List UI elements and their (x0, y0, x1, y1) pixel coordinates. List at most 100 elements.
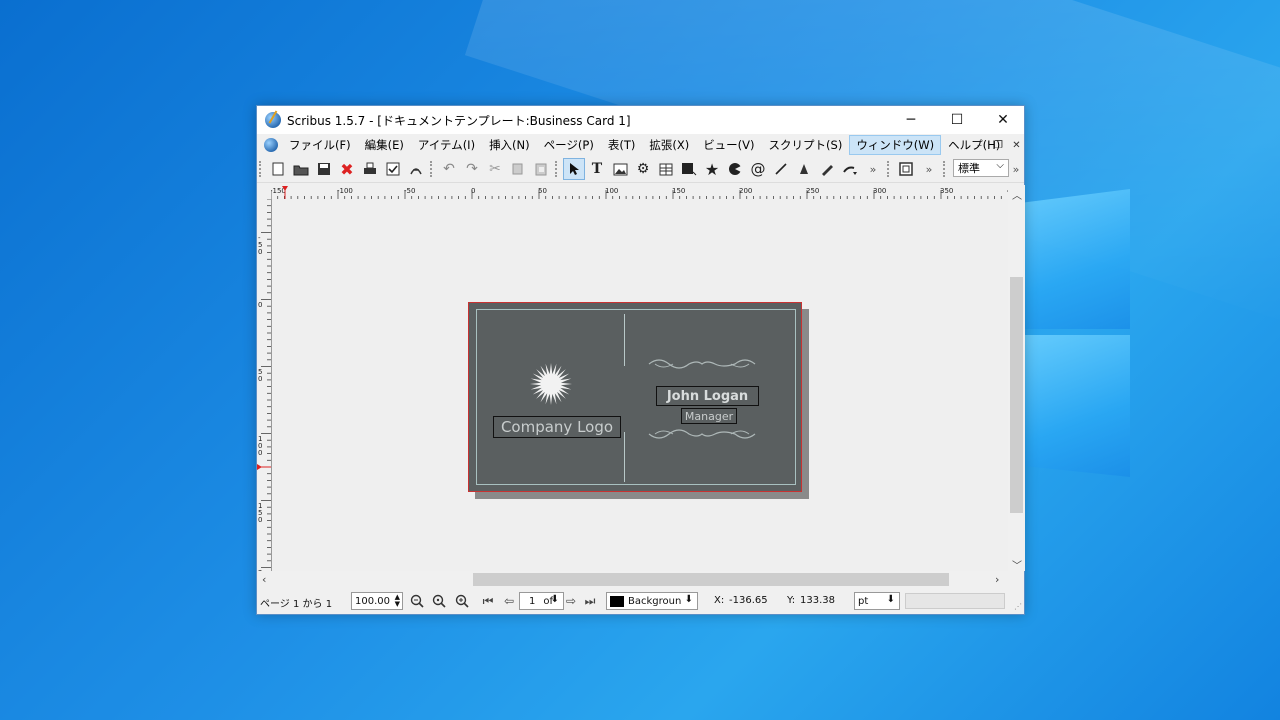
preflight-check-icon[interactable] (382, 158, 404, 180)
save-icon[interactable] (313, 158, 335, 180)
spiral-icon[interactable]: @ (747, 158, 769, 180)
layer-selector[interactable]: Backgroun ⬇ (606, 592, 698, 610)
close-document-icon[interactable]: ✖ (336, 158, 358, 180)
select-tool-icon[interactable] (563, 158, 585, 180)
document-menu-icon[interactable] (264, 138, 278, 152)
scroll-left-icon[interactable]: ‹ (262, 573, 266, 586)
mdi-close-button[interactable]: ✕ (1009, 138, 1024, 152)
ruler-label: -50 (258, 234, 262, 256)
paste-icon[interactable] (530, 158, 552, 180)
unit-selector[interactable]: pt ⬇ (854, 592, 900, 610)
divider-line-bottom (624, 432, 625, 482)
vertical-scroll-thumb[interactable] (1010, 277, 1023, 513)
menu-page[interactable]: ページ(P) (537, 135, 601, 155)
scribus-app-icon (265, 112, 281, 128)
redo-icon[interactable]: ↷ (461, 158, 483, 180)
scroll-right-icon[interactable]: › (995, 573, 999, 586)
calligraphic-line-icon[interactable] (839, 158, 861, 180)
horizontal-scroll-thumb[interactable] (473, 573, 949, 586)
zoom-100-icon[interactable] (429, 592, 449, 610)
menu-item[interactable]: アイテム(I) (411, 135, 482, 155)
menu-table[interactable]: 表(T) (601, 135, 643, 155)
render-frame-icon[interactable]: ⚙ (632, 158, 654, 180)
scroll-up-icon[interactable]: ︿ (1012, 187, 1022, 202)
cut-icon[interactable]: ✂ (484, 158, 506, 180)
mdi-restore-button[interactable]: ❐ (991, 138, 1006, 152)
menu-script[interactable]: スクリプト(S) (762, 135, 850, 155)
arc-icon[interactable] (724, 158, 746, 180)
copy-icon[interactable] (507, 158, 529, 180)
open-folder-icon[interactable] (290, 158, 312, 180)
table-icon[interactable] (655, 158, 677, 180)
polygon-icon[interactable]: ★ (701, 158, 723, 180)
status-bar: ページ 1 から 1 100.00 ▲ ▼ ⏮ ⇦ 1 of ⬇ ⇨ ⏭ Back… (257, 588, 1024, 614)
company-logo-text[interactable]: Company Logo (493, 416, 621, 438)
document-canvas[interactable]: Company Logo John Logan Manager (272, 199, 1008, 571)
zoom-input[interactable]: 100.00 ▲ ▼ (351, 592, 403, 610)
vertical-ruler-ticks: -50050100150200 (257, 199, 271, 571)
unit-value: pt (858, 595, 869, 607)
preview-mode-icon[interactable] (895, 158, 917, 180)
export-pdf-icon[interactable] (405, 158, 427, 180)
horizontal-scrollbar[interactable]: ‹ › (257, 571, 1008, 588)
new-document-icon[interactable] (267, 158, 289, 180)
mdi-minimize-button[interactable]: – (972, 138, 987, 152)
menu-window[interactable]: ウィンドウ(W) (849, 135, 942, 155)
layer-dropdown-icon[interactable]: ⬇ (685, 594, 693, 605)
print-icon[interactable] (359, 158, 381, 180)
zoom-spinner-icon[interactable]: ▲ ▼ (395, 594, 400, 608)
ruler-label: 100 (258, 435, 262, 457)
bezier-icon[interactable] (793, 158, 815, 180)
menu-insert[interactable]: 挿入(N) (482, 135, 537, 155)
view-mode-combo[interactable]: 標準 ⌵ (953, 159, 1009, 177)
layer-color-swatch (610, 595, 624, 607)
card-inner-border: Company Logo John Logan Manager (476, 309, 796, 485)
y-coordinate-label: Y: (787, 595, 796, 606)
zoom-out-icon[interactable] (407, 592, 427, 610)
menu-file[interactable]: ファイル(F) (282, 135, 358, 155)
svg-text:0: 0 (258, 449, 262, 457)
ruler-label: 50 (258, 368, 262, 383)
page-dropdown-icon[interactable]: ⬇ (551, 594, 559, 605)
flourish-top-ornament (648, 359, 756, 369)
undo-icon[interactable]: ↶ (438, 158, 460, 180)
unit-dropdown-icon[interactable]: ⬇ (887, 594, 895, 605)
previous-page-icon[interactable]: ⇦ (499, 592, 519, 610)
name-text-frame[interactable]: John Logan (656, 386, 759, 406)
menu-bar: ファイル(F) 編集(E) アイテム(I) 挿入(N) ページ(P) 表(T) … (257, 134, 1024, 156)
toolbar-overflow-button-3[interactable]: » (1009, 158, 1023, 180)
vertical-scrollbar[interactable]: ︿ ﹀ (1008, 185, 1025, 572)
image-frame-icon[interactable] (609, 158, 631, 180)
horizontal-ruler[interactable]: -150-100-50050100150200250300350400 (271, 185, 1008, 200)
close-button[interactable]: ✕ (980, 106, 1026, 134)
ruler-label: 50 (538, 187, 547, 195)
last-page-icon[interactable]: ⏭ (580, 592, 600, 610)
line-icon[interactable] (770, 158, 792, 180)
menu-extras[interactable]: 拡張(X) (642, 135, 696, 155)
freehand-icon[interactable] (816, 158, 838, 180)
minimize-button[interactable]: ─ (888, 106, 934, 134)
ruler-label: 250 (806, 187, 819, 195)
text-frame-icon[interactable]: T (586, 158, 608, 180)
business-card-page[interactable]: Company Logo John Logan Manager (468, 302, 802, 492)
first-page-icon[interactable]: ⏮ (478, 592, 498, 610)
ruler-label: 150 (672, 187, 685, 195)
scroll-down-icon[interactable]: ﹀ (1012, 557, 1022, 572)
zoom-in-icon[interactable] (452, 592, 472, 610)
maximize-button[interactable]: ☐ (934, 106, 980, 134)
vertical-ruler[interactable]: -50050100150200 (257, 199, 272, 571)
toolbar-overflow-button-2[interactable]: » (918, 158, 940, 180)
page-number-input[interactable]: 1 of ⬇ (519, 592, 564, 610)
menu-view[interactable]: ビュー(V) (696, 135, 761, 155)
shape-icon[interactable] (678, 158, 700, 180)
resize-grip-icon[interactable]: ⋰ (1014, 602, 1022, 611)
page-number-value: 1 (529, 595, 536, 607)
x-coordinate-value: -136.65 (729, 595, 768, 606)
next-page-icon[interactable]: ⇨ (561, 592, 581, 610)
ruler-label: 150 (258, 502, 262, 524)
toolbar-overflow-button[interactable]: » (862, 158, 884, 180)
flourish-bottom-ornament (648, 429, 756, 439)
role-text-frame[interactable]: Manager (681, 408, 737, 424)
menu-edit[interactable]: 編集(E) (358, 135, 411, 155)
y-coordinate-value: 133.38 (800, 595, 835, 606)
